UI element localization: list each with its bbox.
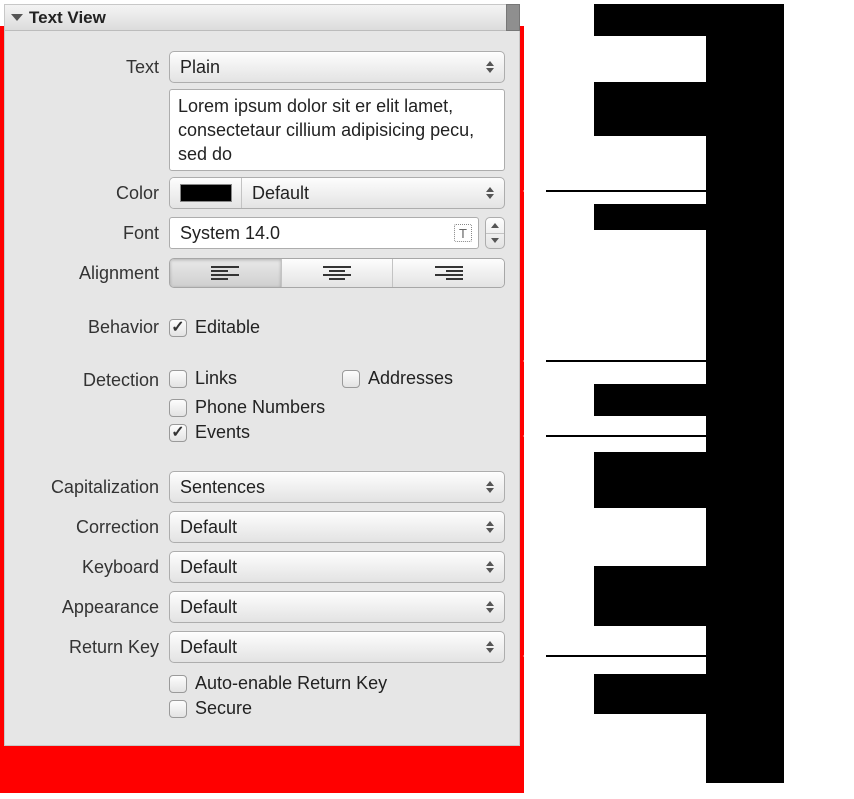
popup-arrows-icon (486, 599, 496, 615)
text-type-value: Plain (180, 57, 220, 78)
font-size-stepper[interactable] (485, 217, 505, 249)
keyboard-label: Keyboard (19, 557, 169, 578)
panel-resize-grip[interactable] (506, 4, 520, 31)
align-center-icon (323, 266, 351, 280)
align-center-button[interactable] (281, 259, 393, 287)
annotation-block (594, 204, 708, 230)
callout-arrow-icon (523, 175, 547, 207)
detect-phone-numbers-label: Phone Numbers (195, 397, 325, 418)
annotation-block (594, 4, 708, 36)
detect-events-label: Events (195, 422, 250, 443)
keyboard-value: Default (180, 557, 237, 578)
stepper-up[interactable] (486, 218, 504, 233)
detect-addresses-label: Addresses (368, 368, 453, 389)
popup-arrows-icon (486, 185, 496, 201)
text-content-value: Lorem ipsum dolor sit er elit lamet, con… (178, 96, 474, 164)
color-popup[interactable]: Default (242, 178, 504, 208)
capitalization-label: Capitalization (19, 477, 169, 498)
callout-connector (546, 360, 706, 362)
appearance-value: Default (180, 597, 237, 618)
popup-arrows-icon (486, 519, 496, 535)
callout-arrow-icon (523, 420, 547, 452)
correction-popup[interactable]: Default (169, 511, 505, 543)
secure-label: Secure (195, 698, 252, 719)
section-title: Text View (29, 8, 106, 28)
text-color-control: Default (169, 177, 505, 209)
color-swatch (180, 184, 232, 202)
alignment-segmented (169, 258, 505, 288)
align-left-icon (211, 266, 239, 280)
keyboard-popup[interactable]: Default (169, 551, 505, 583)
return-key-popup[interactable]: Default (169, 631, 505, 663)
appearance-label: Appearance (19, 597, 169, 618)
font-field[interactable]: System 14.0 T (169, 217, 479, 249)
align-right-button[interactable] (392, 259, 504, 287)
align-left-button[interactable] (170, 259, 281, 287)
secure-checkbox[interactable] (169, 700, 187, 718)
return-key-value: Default (180, 637, 237, 658)
font-value: System 14.0 (180, 223, 280, 244)
correction-value: Default (180, 517, 237, 538)
callout-connector (546, 655, 706, 657)
inspector-form: Text Plain Lorem ipsum (5, 31, 519, 745)
detect-phone-numbers-checkbox[interactable] (169, 399, 187, 417)
detect-links-checkbox[interactable] (169, 370, 187, 388)
section-keyboard: Capitalization Sentences Correction Defa… (15, 459, 509, 735)
callout-arrow-icon (523, 345, 547, 377)
section-behavior: Behavior Editable (15, 303, 509, 354)
detect-events-checkbox[interactable] (169, 424, 187, 442)
annotation-block (594, 566, 708, 626)
return-key-label: Return Key (19, 637, 169, 658)
detect-links-label: Links (195, 368, 237, 389)
text-content-textarea[interactable]: Lorem ipsum dolor sit er elit lamet, con… (169, 89, 505, 171)
stepper-down[interactable] (486, 233, 504, 249)
editable-checkbox-label: Editable (195, 317, 260, 338)
color-label: Color (19, 183, 169, 204)
annotation-block (594, 82, 708, 136)
popup-arrows-icon (486, 59, 496, 75)
editable-checkbox[interactable] (169, 319, 187, 337)
auto-enable-return-key-label: Auto-enable Return Key (195, 673, 387, 694)
font-picker-icon[interactable]: T (454, 224, 472, 242)
detect-addresses-checkbox[interactable] (342, 370, 360, 388)
appearance-popup[interactable]: Default (169, 591, 505, 623)
popup-arrows-icon (486, 479, 496, 495)
align-right-icon (435, 266, 463, 280)
inspector-panel: Text View Text Plain (4, 4, 520, 746)
section-detection: Detection Links Addresses (15, 354, 509, 459)
popup-arrows-icon (486, 639, 496, 655)
color-well[interactable] (170, 178, 242, 208)
font-label: Font (19, 223, 169, 244)
auto-enable-return-key-checkbox[interactable] (169, 675, 187, 693)
annotation-block (594, 452, 708, 508)
capitalization-value: Sentences (180, 477, 265, 498)
annotation-block (594, 674, 708, 714)
callout-arrow-icon (523, 640, 547, 672)
detection-label: Detection (19, 364, 169, 391)
capitalization-popup[interactable]: Sentences (169, 471, 505, 503)
disclosure-triangle-icon[interactable] (11, 14, 23, 21)
section-header[interactable]: Text View (5, 5, 519, 31)
correction-label: Correction (19, 517, 169, 538)
callout-connector (546, 190, 706, 192)
behavior-label: Behavior (19, 317, 169, 338)
section-text: Text Plain Lorem ipsum (15, 39, 509, 303)
popup-arrows-icon (486, 559, 496, 575)
annotation-block (594, 384, 708, 416)
alignment-label: Alignment (19, 263, 169, 284)
text-type-popup[interactable]: Plain (169, 51, 505, 83)
text-label: Text (19, 57, 169, 78)
callout-connector (546, 435, 706, 437)
color-popup-value: Default (252, 183, 309, 204)
annotation-column (706, 4, 784, 783)
